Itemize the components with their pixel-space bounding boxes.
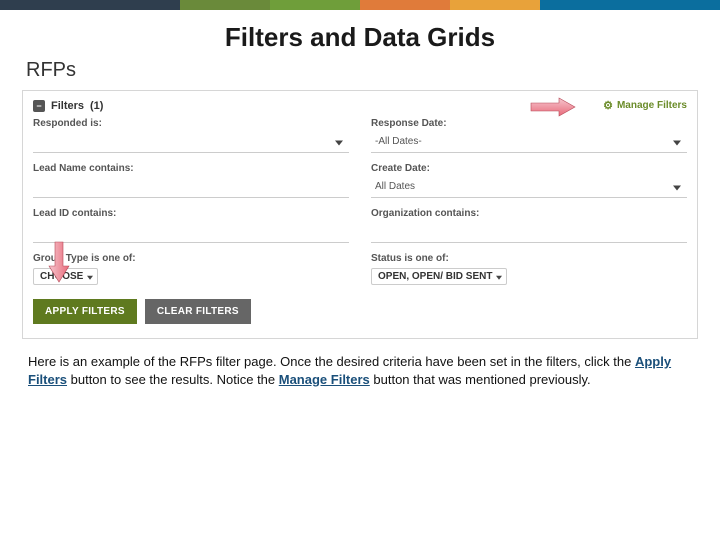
brand-stripe — [0, 0, 720, 10]
manage-filters-link: Manage Filters — [279, 372, 370, 387]
field-label: Responded is: — [33, 118, 349, 129]
field-label: Organization contains: — [371, 208, 687, 219]
field-group-type: Group Type is one of: CHOOSE — [33, 253, 349, 285]
apply-filters-button[interactable]: APPLY FILTERS — [33, 299, 137, 324]
collapse-icon[interactable]: − — [33, 100, 45, 112]
field-label: Response Date: — [371, 118, 687, 129]
field-label: Status is one of: — [371, 253, 687, 264]
slide-title: Filters and Data Grids — [22, 22, 698, 53]
field-organization: Organization contains: — [371, 208, 687, 243]
create-date-dropdown[interactable]: All Dates — [371, 176, 687, 198]
callout-arrow-down-icon — [47, 240, 71, 284]
page-heading: RFPs — [26, 59, 698, 82]
field-responded-is: Responded is: — [33, 118, 349, 153]
organization-input[interactable] — [371, 221, 687, 243]
manage-filters-label: Manage Filters — [617, 100, 687, 111]
panel-title: Filters — [51, 100, 84, 112]
field-label: Lead ID contains: — [33, 208, 349, 219]
caption-text: Here is an example of the RFPs filter pa… — [28, 353, 692, 388]
field-label: Group Type is one of: — [33, 253, 349, 264]
lead-id-input[interactable] — [33, 221, 349, 243]
responded-dropdown[interactable] — [33, 131, 349, 153]
field-label: Create Date: — [371, 163, 687, 174]
gear-icon: ⚙ — [603, 99, 613, 112]
status-select[interactable]: OPEN, OPEN/ BID SENT — [371, 268, 507, 285]
field-lead-name: Lead Name contains: — [33, 163, 349, 198]
clear-filters-button[interactable]: CLEAR FILTERS — [145, 299, 251, 324]
lead-name-input[interactable] — [33, 176, 349, 198]
manage-filters-button[interactable]: ⚙ Manage Filters — [603, 99, 687, 112]
field-status: Status is one of: OPEN, OPEN/ BID SENT — [371, 253, 687, 285]
response-date-dropdown[interactable]: -All Dates- — [371, 131, 687, 153]
field-lead-id: Lead ID contains: — [33, 208, 349, 243]
filters-panel: − Filters (1) ⚙ Manage Filters Responded… — [22, 90, 698, 339]
panel-count: (1) — [90, 100, 103, 112]
field-response-date: Response Date: -All Dates- — [371, 118, 687, 153]
callout-arrow-right-icon — [529, 97, 577, 117]
field-create-date: Create Date: All Dates — [371, 163, 687, 198]
field-label: Lead Name contains: — [33, 163, 349, 174]
